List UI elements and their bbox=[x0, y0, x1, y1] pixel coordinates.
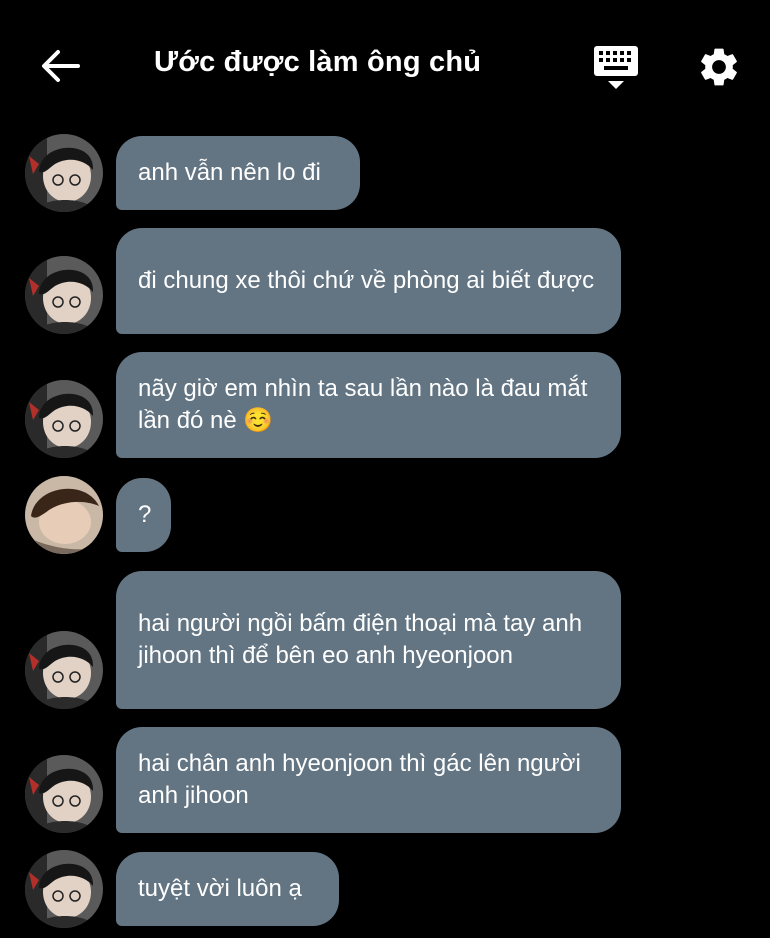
message-row: nãy giờ em nhìn ta sau lần nào là đau mắ… bbox=[0, 352, 770, 458]
avatar[interactable] bbox=[25, 134, 103, 212]
message-bubble[interactable]: đi chung xe thôi chứ về phòng ai biết đư… bbox=[116, 228, 621, 334]
message-row: anh vẫn nên lo đi bbox=[0, 134, 770, 212]
message-text: đi chung xe thôi chứ về phòng ai biết đư… bbox=[138, 267, 595, 294]
avatar[interactable] bbox=[25, 631, 103, 709]
message-text: hai chân anh hyeonjoon thì gác lên người… bbox=[138, 750, 581, 809]
message-text: ? bbox=[138, 501, 152, 528]
message-row: hai chân anh hyeonjoon thì gác lên người… bbox=[0, 727, 770, 833]
message-text: hai người ngồi bấm điện thoại mà tay anh… bbox=[138, 610, 583, 669]
back-button[interactable] bbox=[38, 46, 82, 86]
message-text: anh vẫn nên lo đi bbox=[138, 159, 321, 186]
message-bubble[interactable]: hai chân anh hyeonjoon thì gác lên người… bbox=[116, 727, 621, 833]
avatar[interactable] bbox=[25, 476, 103, 554]
avatar[interactable] bbox=[25, 256, 103, 334]
message-text: tuyệt vời luôn ạ bbox=[138, 875, 302, 902]
settings-button[interactable] bbox=[696, 44, 742, 90]
arrow-left-icon bbox=[42, 50, 80, 82]
message-row: đi chung xe thôi chứ về phòng ai biết đư… bbox=[0, 228, 770, 334]
avatar[interactable] bbox=[25, 755, 103, 833]
keyboard-button[interactable] bbox=[592, 44, 640, 92]
message-bubble[interactable]: tuyệt vời luôn ạ bbox=[116, 852, 339, 926]
message-bubble[interactable]: ? bbox=[116, 478, 171, 552]
avatar[interactable] bbox=[25, 380, 103, 458]
keyboard-icon bbox=[594, 46, 638, 89]
message-text: nãy giờ em nhìn ta sau lần nào là đau mắ… bbox=[138, 375, 588, 434]
message-row: hai người ngồi bấm điện thoại mà tay anh… bbox=[0, 571, 770, 709]
message-bubble[interactable]: anh vẫn nên lo đi bbox=[116, 136, 360, 210]
chat-header: Ước được làm ông chủ bbox=[0, 0, 770, 130]
message-bubble[interactable]: hai người ngồi bấm điện thoại mà tay anh… bbox=[116, 571, 621, 709]
message-row: tuyệt vời luôn ạ bbox=[0, 850, 770, 928]
chat-title: Ước được làm ông chủ bbox=[154, 46, 482, 78]
message-bubble[interactable]: nãy giờ em nhìn ta sau lần nào là đau mắ… bbox=[116, 352, 621, 458]
avatar[interactable] bbox=[25, 850, 103, 928]
gear-icon bbox=[701, 48, 737, 86]
message-row: ? bbox=[0, 476, 770, 554]
